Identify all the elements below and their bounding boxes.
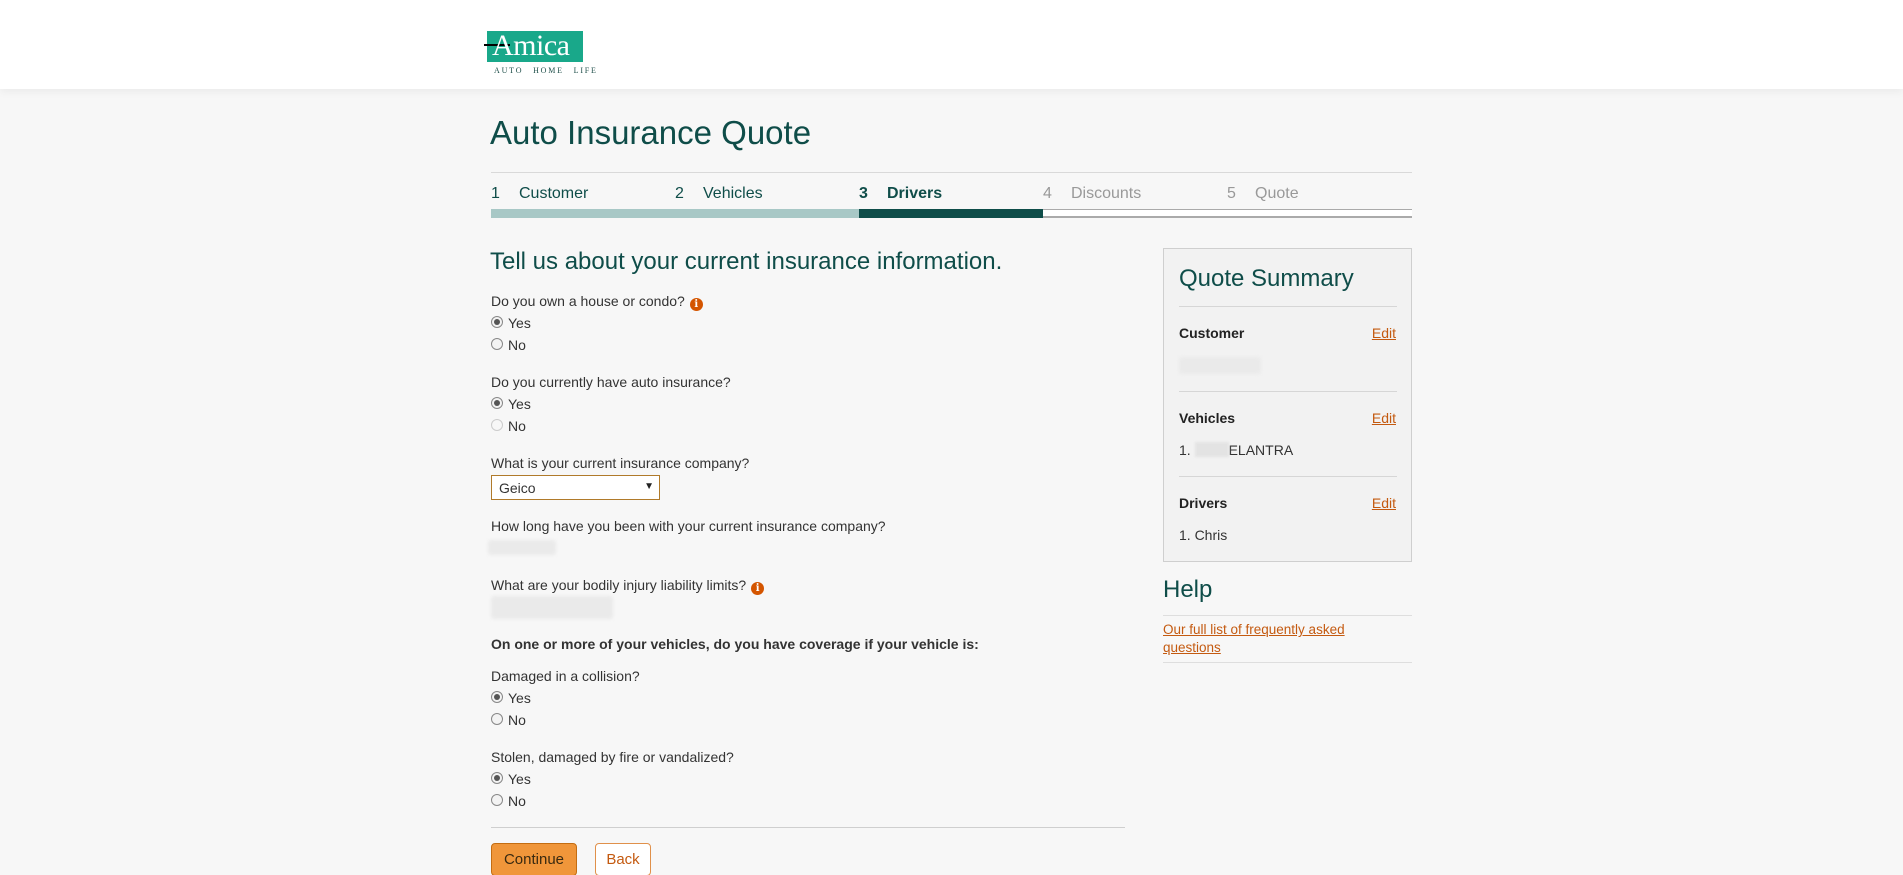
step-label: 1 Customer bbox=[491, 185, 588, 203]
radio-dot bbox=[491, 713, 503, 725]
question-text: Do you own a house or condo? bbox=[491, 293, 685, 309]
step-label: 3 Drivers bbox=[859, 185, 942, 203]
step-number: 1 bbox=[491, 185, 500, 202]
radio-dot bbox=[491, 419, 503, 431]
progress-steps: 1 Customer 2 Vehicles 3 Drivers 4 Discounts … bbox=[491, 183, 1412, 218]
step-name: Quote bbox=[1255, 185, 1299, 202]
dropdown-arrow-icon: ▼ bbox=[644, 481, 654, 492]
summary-divider bbox=[1179, 391, 1397, 392]
quote-summary-panel: Quote Summary Customer Edit Vehicles Edi… bbox=[1163, 248, 1412, 562]
step-bar bbox=[1043, 209, 1227, 218]
radio-label: Yes bbox=[508, 690, 531, 706]
summary-drivers-label: Drivers bbox=[1179, 495, 1228, 511]
step-label: 4 Discounts bbox=[1043, 185, 1141, 203]
step-customer[interactable]: 1 Customer bbox=[491, 183, 675, 218]
help-divider bbox=[1163, 662, 1412, 663]
form-heading: Tell us about your current insurance inf… bbox=[490, 248, 1003, 275]
step-quote: 5 Quote bbox=[1227, 183, 1412, 218]
radio-label: No bbox=[508, 337, 526, 353]
vehicle-model: ELANTRA bbox=[1228, 442, 1294, 458]
question-collision: Damaged in a collision? bbox=[491, 668, 640, 684]
radio-dot bbox=[491, 316, 503, 328]
edit-customer-link[interactable]: Edit bbox=[1372, 325, 1396, 341]
vehicle-item: 1. ELANTRA bbox=[1179, 442, 1293, 458]
step-label: 2 Vehicles bbox=[675, 185, 763, 203]
vehicle-number: 1. bbox=[1179, 442, 1191, 458]
insurance-company-select[interactable]: Geico ▼ bbox=[491, 475, 660, 500]
help-divider bbox=[1163, 615, 1412, 616]
step-name: Customer bbox=[519, 185, 589, 202]
step-name: Discounts bbox=[1071, 185, 1142, 202]
step-bar bbox=[859, 209, 1043, 218]
driver-item: 1. Chris bbox=[1179, 527, 1228, 543]
edit-drivers-link[interactable]: Edit bbox=[1372, 495, 1396, 511]
page-title: Auto Insurance Quote bbox=[490, 114, 812, 151]
step-label: 5 Quote bbox=[1227, 185, 1299, 203]
step-bar bbox=[1227, 209, 1412, 218]
question-how-long: How long have you been with your current… bbox=[491, 518, 886, 534]
redacted-customer-name bbox=[1179, 357, 1261, 374]
continue-button[interactable]: Continue bbox=[491, 843, 577, 875]
help-title: Help bbox=[1163, 576, 1213, 603]
info-icon[interactable]: i bbox=[689, 298, 703, 311]
summary-title: Quote Summary bbox=[1179, 265, 1354, 292]
step-name: Vehicles bbox=[703, 185, 763, 202]
radio-label: No bbox=[508, 793, 526, 809]
question-auto-insurance: Do you currently have auto insurance? bbox=[491, 374, 731, 390]
info-icon[interactable]: i bbox=[751, 582, 765, 595]
question-company: What is your current insurance company? bbox=[491, 455, 750, 471]
logo-tagline: AUTO HOME LIFE bbox=[494, 66, 598, 75]
summary-divider bbox=[1179, 306, 1397, 307]
step-discounts: 4 Discounts bbox=[1043, 183, 1227, 218]
summary-customer-label: Customer bbox=[1179, 325, 1245, 341]
radio-dot bbox=[491, 794, 503, 806]
summary-divider bbox=[1179, 476, 1397, 477]
radio-label: Yes bbox=[508, 771, 531, 787]
step-drivers: 3 Drivers bbox=[859, 183, 1043, 218]
step-number: 4 bbox=[1043, 185, 1052, 202]
step-number: 5 bbox=[1227, 185, 1236, 202]
question-text: What are your bodily injury liability li… bbox=[491, 577, 747, 593]
step-number: 3 bbox=[859, 185, 868, 202]
radio-label: No bbox=[508, 418, 526, 434]
summary-vehicles-label: Vehicles bbox=[1179, 410, 1236, 426]
step-name: Drivers bbox=[887, 185, 943, 202]
edit-vehicles-link[interactable]: Edit bbox=[1372, 410, 1396, 426]
radio-dot bbox=[491, 338, 503, 350]
redacted-bodily-limits[interactable] bbox=[491, 596, 613, 619]
back-button[interactable]: Back bbox=[595, 843, 651, 875]
form-divider bbox=[491, 827, 1125, 828]
radio-dot bbox=[491, 397, 503, 409]
step-number: 2 bbox=[675, 185, 684, 202]
radio-label: No bbox=[508, 712, 526, 728]
step-bar bbox=[491, 209, 675, 218]
amica-logo[interactable]: Amica AUTO HOME LIFE bbox=[484, 29, 596, 77]
step-top-rule bbox=[491, 172, 1412, 173]
radio-dot bbox=[491, 772, 503, 784]
question-house: Do you own a house or condo? i bbox=[491, 293, 703, 311]
question-stolen: Stolen, damaged by fire or vandalized? bbox=[491, 749, 734, 765]
radio-label: Yes bbox=[508, 315, 531, 331]
redacted-vehicle-year bbox=[1194, 442, 1229, 457]
step-vehicles[interactable]: 2 Vehicles bbox=[675, 183, 859, 218]
faq-link[interactable]: Our full list of frequently asked questi… bbox=[1163, 621, 1383, 657]
step-bar bbox=[675, 209, 859, 218]
radio-dot bbox=[491, 691, 503, 703]
question-bodily-injury: What are your bodily injury liability li… bbox=[491, 577, 765, 595]
redacted-how-long[interactable] bbox=[488, 540, 556, 555]
coverage-heading: On one or more of your vehicles, do you … bbox=[491, 636, 979, 652]
select-value: Geico bbox=[499, 480, 536, 496]
logo-text: Amica bbox=[492, 29, 570, 62]
radio-label: Yes bbox=[508, 396, 531, 412]
site-header: Amica AUTO HOME LIFE bbox=[0, 0, 1903, 89]
